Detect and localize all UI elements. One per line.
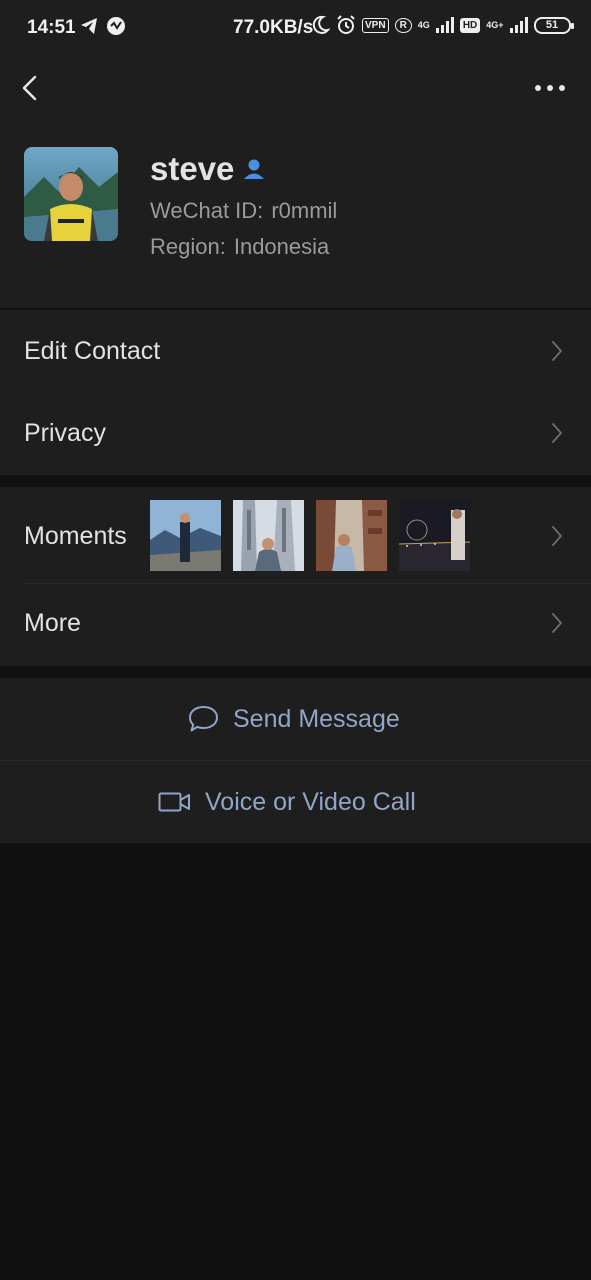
contact-settings-group: Edit Contact Privacy	[0, 310, 591, 475]
privacy-label: Privacy	[24, 419, 106, 447]
more-label: More	[24, 609, 81, 637]
status-right-icons: VPN R 4G HD 4G+ 51	[312, 15, 574, 35]
send-message-content: Send Message	[188, 678, 400, 760]
app-icon	[107, 17, 125, 35]
name-row: steve	[150, 150, 266, 188]
contact-person-icon	[244, 159, 265, 179]
wechat-id-row: WeChat ID: r0mmil	[150, 198, 337, 224]
status-time: 14:51	[27, 17, 76, 38]
screen: 14:51 77.0KB/s VPN R 4G HD 4G+ 51 steve …	[0, 0, 591, 1280]
status-net-speed: 77.0KB/s	[233, 17, 314, 38]
signal-icon	[435, 17, 454, 33]
voice-video-call-button[interactable]: Voice or Video Call	[0, 761, 591, 843]
moon-icon	[312, 15, 330, 34]
edit-contact-row[interactable]: Edit Contact	[0, 310, 591, 393]
call-label: Voice or Video Call	[205, 787, 416, 816]
contact-name: steve	[150, 150, 235, 187]
chevron-right-icon	[552, 526, 562, 546]
hd-badge: HD	[459, 17, 481, 33]
video-camera-icon	[158, 792, 190, 812]
status-left-icons	[80, 16, 126, 36]
alarm-icon	[337, 15, 355, 34]
chevron-right-icon	[552, 423, 562, 443]
moments-thumbnails	[150, 500, 470, 571]
more-icon	[535, 85, 565, 91]
edit-contact-label: Edit Contact	[24, 337, 161, 365]
net-type-1: 4G	[417, 19, 430, 30]
moments-row[interactable]: Moments	[0, 487, 591, 583]
chat-bubble-icon	[189, 706, 218, 732]
avatar-photo	[24, 147, 118, 241]
moment-thumbnail[interactable]	[233, 500, 304, 571]
moment-thumbnail[interactable]	[316, 500, 387, 571]
moment-thumbnail[interactable]	[150, 500, 221, 571]
profile-header: steve WeChat ID: r0mmil Region: Indonesia	[0, 118, 591, 308]
chevron-right-icon	[552, 341, 562, 361]
back-button[interactable]	[16, 72, 46, 104]
wechat-id-value: r0mmil	[271, 198, 338, 223]
send-message-label: Send Message	[233, 704, 400, 733]
more-options-button[interactable]	[530, 78, 570, 98]
status-bar: 14:51 77.0KB/s VPN R 4G HD 4G+ 51	[0, 0, 591, 58]
moments-group: Moments More	[0, 487, 591, 666]
region-row: Region: Indonesia	[150, 234, 329, 260]
moments-label: Moments	[24, 522, 127, 550]
moment-thumbnail[interactable]	[399, 500, 470, 571]
registered-badge: R	[394, 17, 412, 33]
signal-icon	[509, 17, 528, 33]
telegram-icon	[81, 18, 97, 34]
send-message-button[interactable]: Send Message	[0, 678, 591, 760]
call-content: Voice or Video Call	[158, 761, 416, 843]
privacy-row[interactable]: Privacy	[0, 393, 591, 475]
chevron-right-icon	[552, 613, 562, 633]
region-value: Indonesia	[233, 234, 330, 259]
more-row[interactable]: More	[0, 583, 591, 666]
region-label: Region:	[150, 234, 226, 259]
battery-indicator: 51	[533, 16, 574, 34]
vpn-badge: VPN	[362, 17, 389, 33]
avatar[interactable]	[24, 147, 118, 241]
chevron-left-icon	[22, 75, 37, 101]
top-bar	[0, 58, 591, 118]
net-type-2: 4G+	[486, 19, 504, 30]
wechat-id-label: WeChat ID:	[150, 198, 264, 223]
